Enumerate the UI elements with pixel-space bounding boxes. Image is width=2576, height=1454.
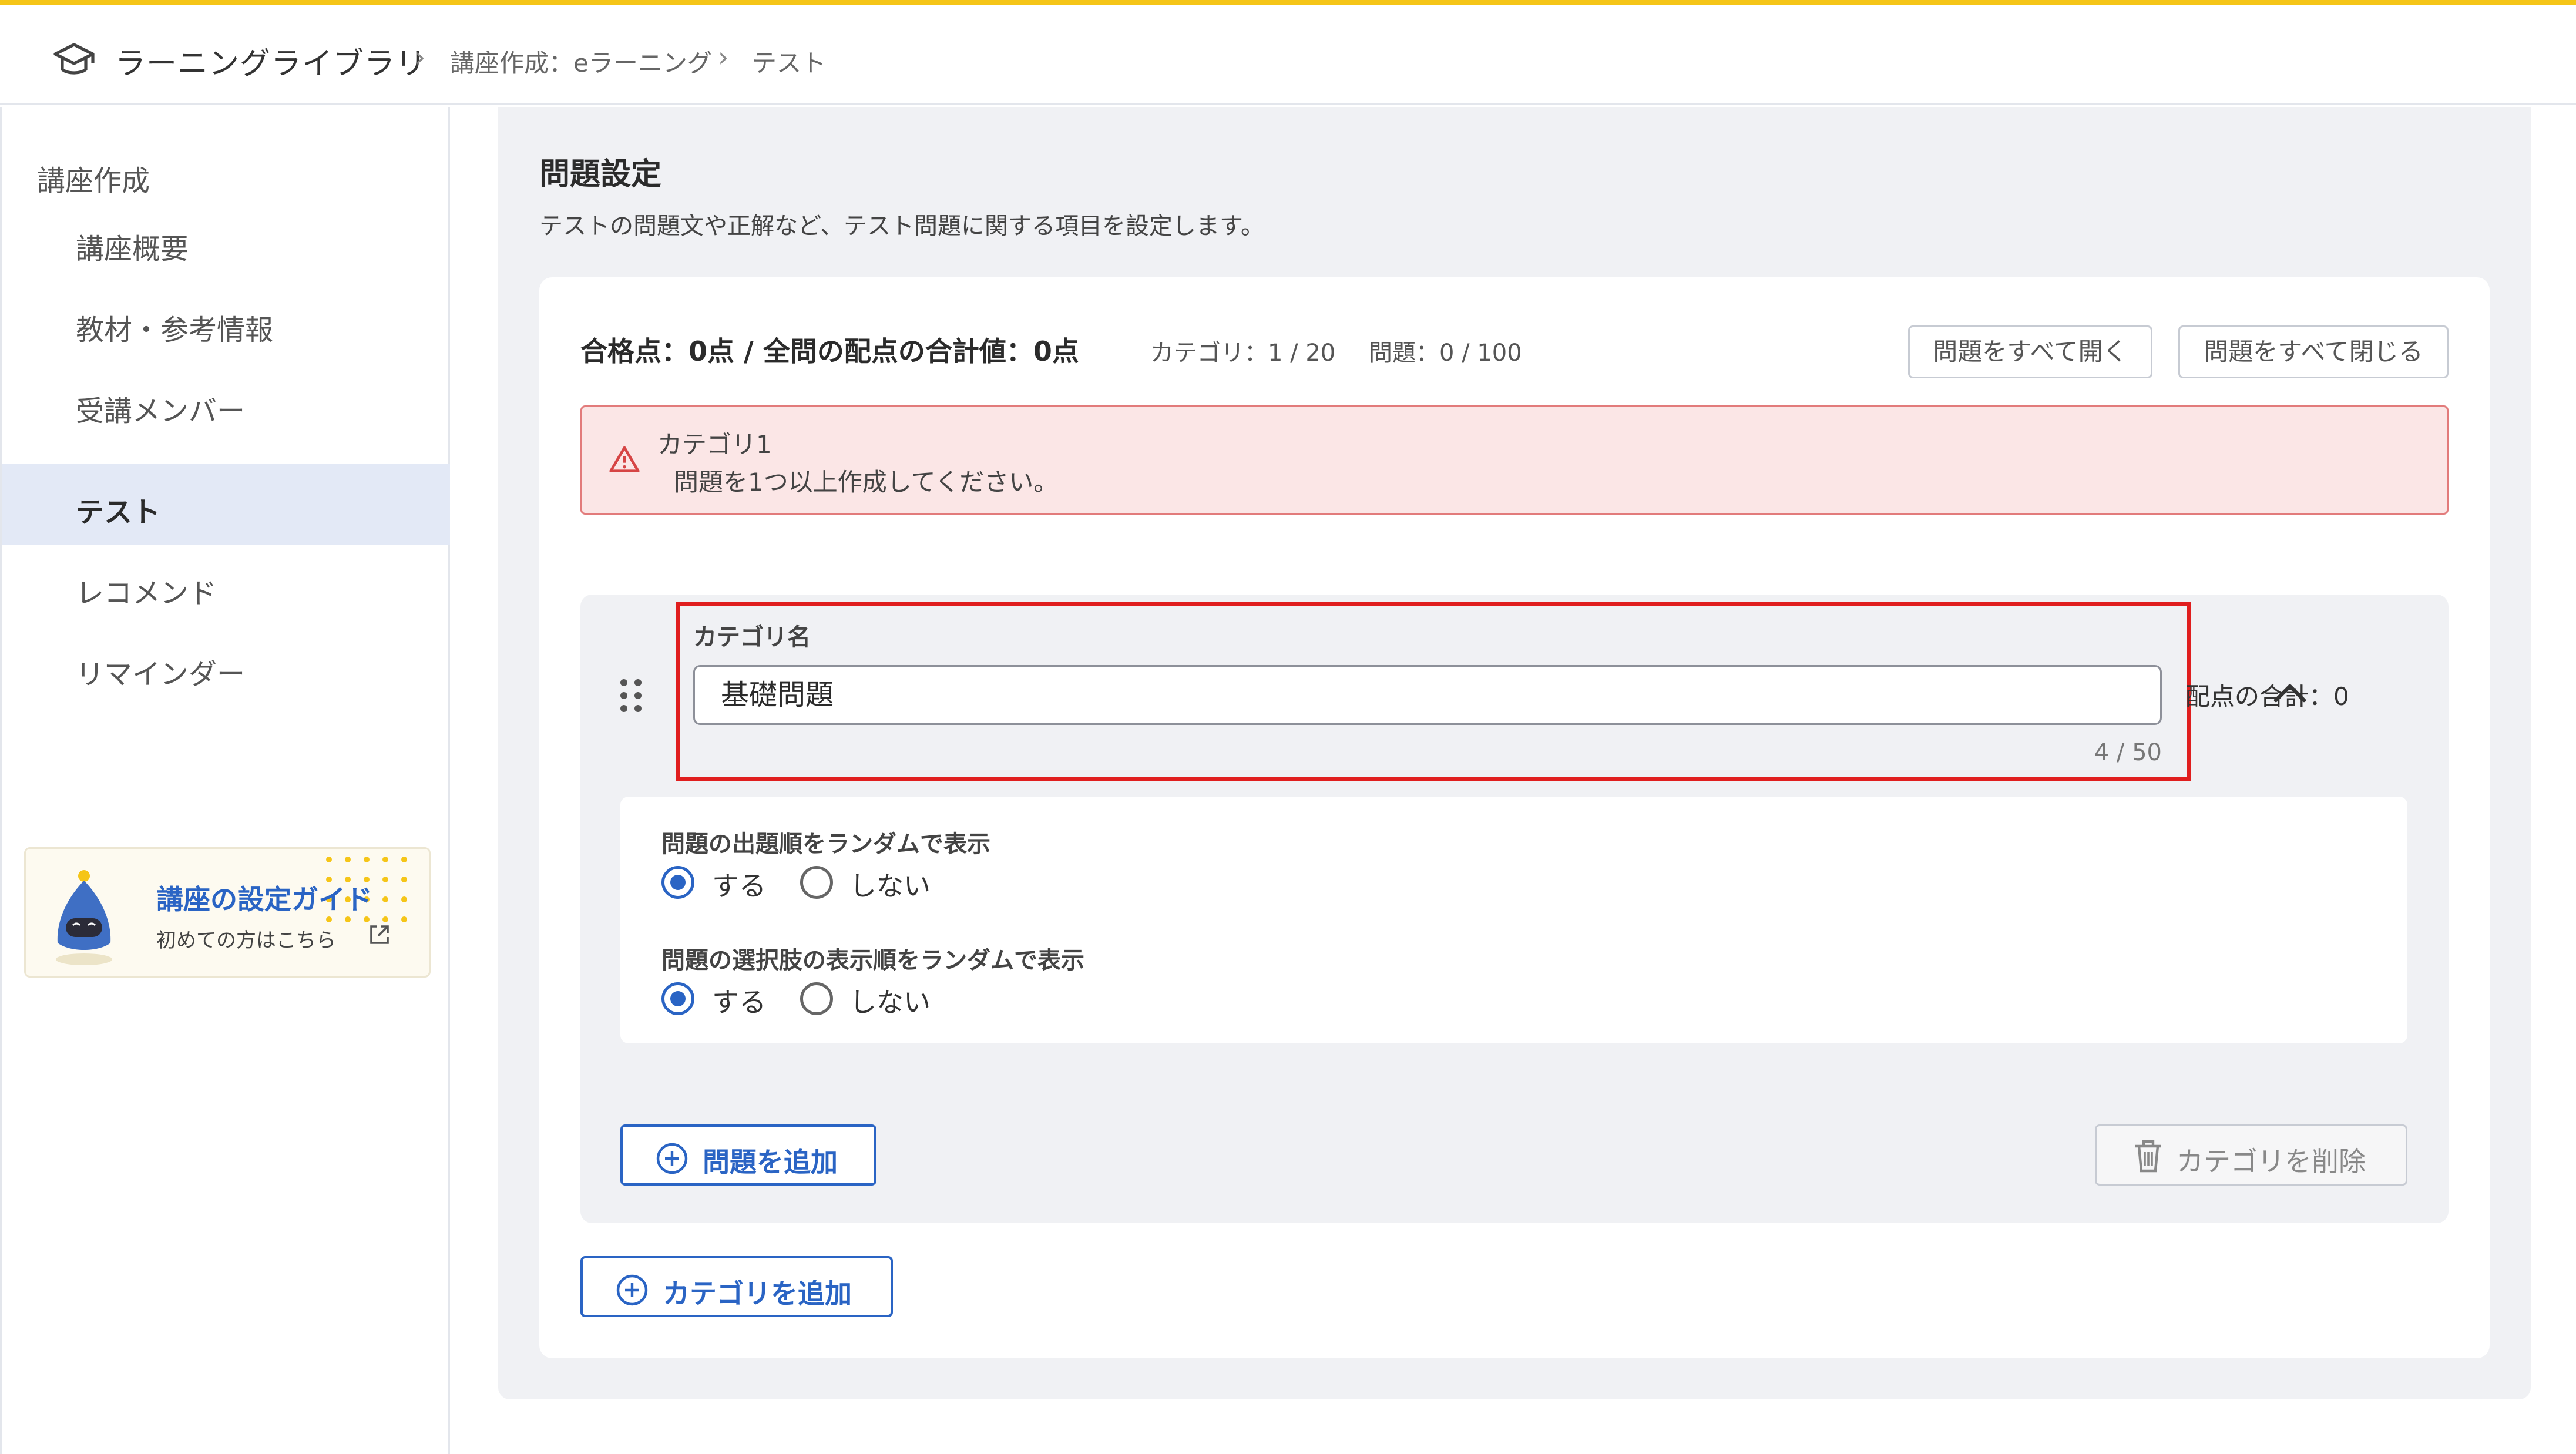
sidebar-item-label: 講座概要 (76, 233, 189, 266)
sidebar-item-label: 受講メンバー (76, 395, 246, 428)
choice-order-no-radio[interactable] (800, 982, 833, 1015)
question-order-yes-label[interactable]: する (712, 865, 766, 904)
choice-order-no-label[interactable]: しない (849, 981, 931, 1020)
add-question-label: 問題を追加 (703, 1146, 838, 1178)
sidebar-item-label: レコメンド (76, 577, 217, 610)
alert-message: 問題を1つ以上作成してください。 (674, 468, 1059, 496)
drag-handle-icon[interactable] (616, 677, 646, 716)
add-category-label: カテゴリを追加 (663, 1278, 852, 1309)
sidebar-item-label: リマインダー (76, 658, 246, 691)
question-order-label: 問題の出題順をランダムで表示 (661, 831, 990, 858)
question-order-no-label[interactable]: しない (849, 865, 931, 904)
delete-category-button[interactable]: カテゴリを削除 (2095, 1124, 2407, 1186)
choice-order-label: 問題の選択肢の表示順をランダムで表示 (661, 947, 1084, 974)
sidebar-item-reminder[interactable]: リマインダー (2, 626, 450, 707)
guide-title[interactable]: 講座の設定ガイド (156, 878, 372, 917)
question-order-no-radio[interactable] (800, 866, 833, 899)
graduation-cap-icon[interactable] (51, 38, 98, 85)
question-settings-panel: 合格点：0点 / 全問の配点の合計値：0点 カテゴリ：1 / 20 問題：0 /… (539, 277, 2490, 1358)
breadcrumb-item-course-creation[interactable]: 講座作成：eラーニング (450, 43, 712, 79)
main-content: 問題設定 テストの問題文や正解など、テスト問題に関する項目を設定します。 合格点… (498, 107, 2531, 1399)
robot-mascot-icon (56, 870, 112, 965)
score-summary: 合格点：0点 / 全問の配点の合計値：0点 (580, 335, 1079, 367)
app-title[interactable]: ラーニングライブラリ (115, 39, 426, 83)
sidebar-item-label: 教材・参考情報 (76, 314, 274, 347)
category-name-input[interactable]: 基礎問題 (693, 665, 2162, 725)
sidebar-item-members[interactable]: 受講メンバー (2, 363, 450, 444)
category-name-label: カテゴリ名 (693, 624, 811, 651)
sidebar-item-test[interactable]: テスト (2, 464, 450, 545)
alert-title: カテゴリ1 (657, 430, 772, 459)
question-order-yes-radio[interactable] (661, 866, 694, 899)
plus-circle-icon (656, 1143, 688, 1174)
page-title: 問題設定 (539, 157, 662, 192)
random-display-options: 問題の出題順をランダムで表示 する しない 問題の選択肢の表示順をランダムで表示… (620, 797, 2407, 1043)
sidebar-item-label: テスト (76, 496, 161, 529)
trash-icon (2135, 1140, 2161, 1173)
add-question-button[interactable]: 問題を追加 (620, 1124, 876, 1186)
add-category-button[interactable]: カテゴリを追加 (580, 1256, 893, 1317)
page-description: テストの問題文や正解など、テスト問題に関する項目を設定します。 (539, 213, 1264, 240)
sidebar-section-title: 講座作成 (37, 164, 150, 197)
sidebar-item-course-overview[interactable]: 講座概要 (2, 201, 450, 282)
choice-order-yes-radio[interactable] (661, 982, 694, 1015)
breadcrumb-item-test: テスト (752, 49, 827, 78)
sidebar-item-recommend[interactable]: レコメンド (2, 545, 450, 626)
choice-order-yes-label[interactable]: する (712, 981, 766, 1020)
external-link-icon (370, 925, 389, 944)
guide-subtitle[interactable]: 初めての方はこちら (156, 924, 336, 953)
delete-category-label: カテゴリを削除 (2177, 1146, 2366, 1177)
settings-guide-banner[interactable]: 講座の設定ガイド 初めての方はこちら (24, 847, 431, 978)
expand-all-button[interactable]: 問題をすべて開く (1908, 325, 2152, 378)
category-card: カテゴリ名 基礎問題 4 / 50 配点の合計：0 問題の出題順をランダムで表示… (580, 595, 2449, 1223)
error-alert: カテゴリ1 問題を1つ以上作成してください。 (580, 405, 2449, 515)
breadcrumb-separator: › (415, 41, 426, 73)
top-bar: ラーニングライブラリ › 講座作成：eラーニング › テスト (0, 0, 2576, 105)
character-counter: 4 / 50 (2094, 739, 2162, 766)
sidebar-item-materials[interactable]: 教材・参考情報 (2, 282, 450, 363)
chevron-up-icon[interactable] (2266, 670, 2313, 717)
collapse-all-button[interactable]: 問題をすべて閉じる (2178, 325, 2449, 378)
warning-icon (609, 446, 640, 472)
sidebar: 講座作成 講座概要 教材・参考情報 受講メンバー テスト レコメンド リマインダ… (0, 107, 450, 1454)
category-count: カテゴリ：1 / 20 (1150, 340, 1336, 367)
plus-circle-icon (616, 1274, 648, 1306)
breadcrumb-separator: › (718, 41, 729, 73)
question-count: 問題：0 / 100 (1369, 340, 1522, 367)
